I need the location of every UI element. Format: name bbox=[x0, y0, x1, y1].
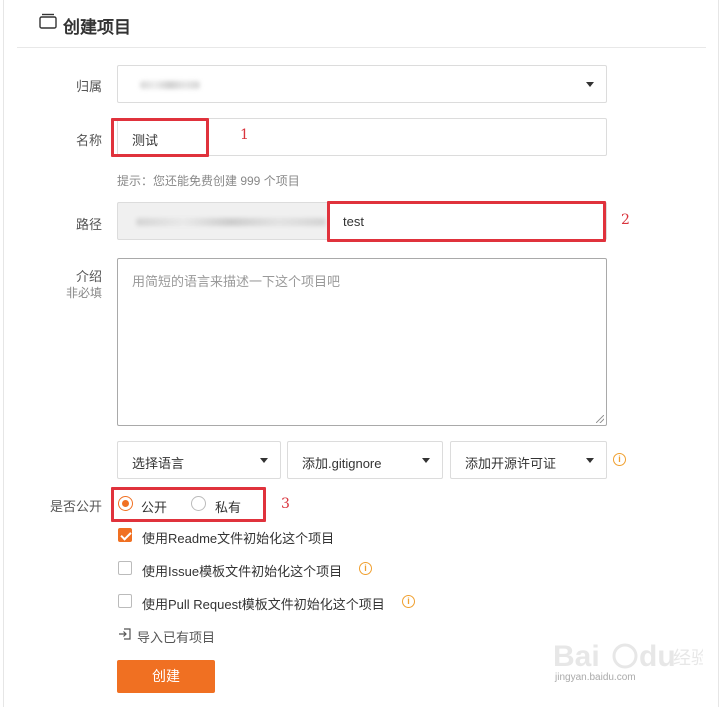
create-button[interactable]: 创建 bbox=[117, 660, 215, 693]
license-info-icon[interactable]: i bbox=[613, 453, 626, 466]
annotation-number-1: 1 bbox=[240, 127, 249, 143]
readme-checkbox[interactable] bbox=[118, 528, 132, 542]
owner-blurred-value bbox=[140, 81, 200, 89]
annotation-box-3 bbox=[111, 487, 266, 522]
owner-label: 归属 bbox=[75, 79, 102, 94]
path-prefix-blurred bbox=[136, 218, 326, 226]
name-hint: 提示：您还能免费创建 999 个项目 bbox=[117, 174, 300, 188]
visibility-label: 是否公开 bbox=[49, 499, 102, 514]
issue-template-checkbox[interactable] bbox=[118, 561, 132, 575]
description-optional-label: 非必填 bbox=[65, 286, 102, 300]
page-header: 创建项目 bbox=[17, 0, 706, 48]
gitignore-select-value: 添加.gitignore bbox=[302, 456, 382, 471]
pr-info-icon[interactable]: i bbox=[402, 595, 415, 608]
pr-template-checkbox-label: 使用Pull Request模板文件初始化这个项目 bbox=[142, 597, 385, 612]
chevron-down-icon bbox=[586, 458, 594, 463]
license-select[interactable]: 添加开源许可证 bbox=[450, 441, 607, 479]
pr-template-checkbox[interactable] bbox=[118, 594, 132, 608]
folder-icon bbox=[39, 13, 57, 29]
language-select[interactable]: 选择语言 bbox=[117, 441, 281, 479]
language-select-value: 选择语言 bbox=[132, 456, 185, 471]
svg-text:经验: 经验 bbox=[673, 648, 703, 669]
annotation-number-2: 2 bbox=[621, 212, 630, 228]
watermark-url: jingyan.baidu.com bbox=[555, 672, 636, 683]
chevron-down-icon bbox=[260, 458, 268, 463]
issue-template-checkbox-label: 使用Issue模板文件初始化这个项目 bbox=[142, 564, 343, 579]
svg-text:Bai: Bai bbox=[553, 640, 600, 673]
baidu-jingyan-watermark-logo: Bai du 经验 bbox=[553, 640, 703, 673]
description-label: 介绍 bbox=[75, 269, 102, 284]
gitignore-select[interactable]: 添加.gitignore bbox=[287, 441, 443, 479]
description-placeholder: 用简短的语言来描述一下这个项目吧 bbox=[132, 274, 341, 289]
chevron-down-icon bbox=[586, 82, 594, 87]
description-textarea[interactable]: 用简短的语言来描述一下这个项目吧 bbox=[117, 258, 607, 426]
owner-select[interactable] bbox=[117, 65, 607, 103]
import-icon bbox=[119, 628, 131, 640]
chevron-down-icon bbox=[422, 458, 430, 463]
annotation-box-1 bbox=[111, 118, 209, 157]
issue-info-icon[interactable]: i bbox=[359, 562, 372, 575]
import-existing-project-link[interactable]: 导入已有项目 bbox=[137, 627, 215, 646]
annotation-box-2 bbox=[327, 201, 606, 242]
name-label: 名称 bbox=[75, 133, 102, 148]
license-select-value: 添加开源许可证 bbox=[465, 456, 557, 471]
annotation-number-3: 3 bbox=[281, 496, 290, 512]
page-title: 创建项目 bbox=[63, 18, 131, 37]
resize-grip-icon[interactable] bbox=[596, 415, 604, 423]
svg-text:du: du bbox=[639, 640, 676, 673]
readme-checkbox-label: 使用Readme文件初始化这个项目 bbox=[142, 531, 335, 546]
path-label: 路径 bbox=[75, 217, 102, 232]
